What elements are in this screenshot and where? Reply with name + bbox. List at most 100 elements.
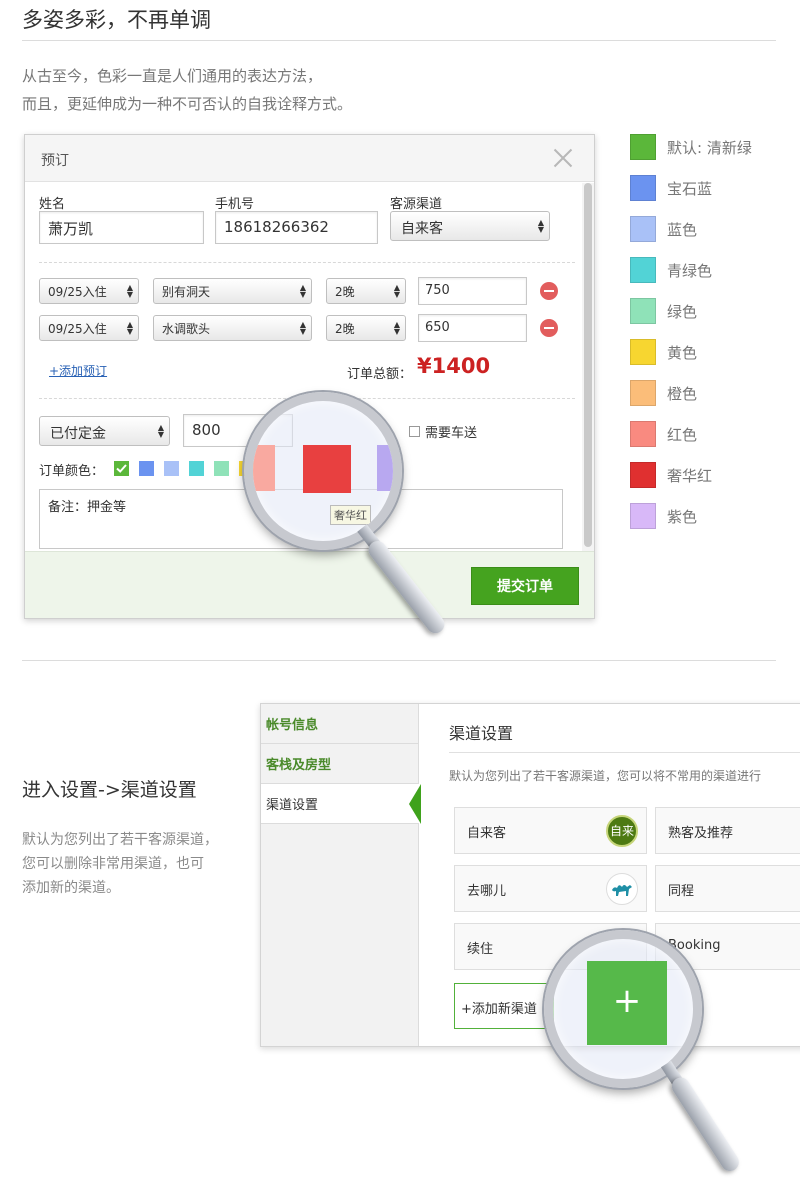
check-icon <box>116 464 127 473</box>
desc-line: 添加新的渠道。 <box>22 880 120 896</box>
color-swatch[interactable] <box>189 461 204 476</box>
channel-name: 同程 <box>668 884 695 899</box>
phone-label: 手机号 <box>215 197 255 212</box>
select-arrows-icon: ▲ ▼ <box>299 283 306 299</box>
camel-logo-icon <box>606 873 638 905</box>
divider <box>449 752 800 753</box>
phone-field[interactable]: 18618266362 <box>215 211 378 244</box>
magnifier-lens: 奢华红 <box>244 392 402 550</box>
price-field[interactable]: 650 <box>418 314 527 342</box>
legend-label: 默认: 清新绿 <box>667 139 752 157</box>
scrollbar[interactable] <box>582 183 594 551</box>
legend-swatch <box>630 462 656 488</box>
legend-swatch <box>630 421 656 447</box>
legend-label: 绿色 <box>667 303 698 321</box>
divider <box>39 262 575 263</box>
color-swatch[interactable] <box>139 461 154 476</box>
name-field[interactable]: 萧万凯 <box>39 211 204 244</box>
panel-title: 渠道设置 <box>449 724 514 743</box>
pickup-label: 需要车送 <box>425 426 478 441</box>
add-booking-link[interactable]: +添加预订 <box>49 362 107 379</box>
magnifier-handle <box>668 1074 743 1175</box>
color-tooltip: 奢华红 <box>330 505 371 525</box>
payment-status-value: 已付定金 <box>50 426 106 442</box>
checkin-date-select[interactable]: 09/25入住 ▲ ▼ <box>39 315 139 341</box>
magnified-swatch <box>303 445 351 493</box>
channel-card[interactable]: 熟客及推荐 <box>655 807 800 854</box>
section-description: 默认为您列出了若干客源渠道， 您可以删除非常用渠道，也可 添加新的渠道。 <box>22 828 218 900</box>
checkin-date-value: 09/25入住 <box>48 322 107 336</box>
submit-order-button[interactable]: 提交订单 <box>471 567 579 605</box>
legend-label: 橙色 <box>667 385 698 403</box>
magnifier-lens: + <box>544 930 702 1088</box>
legend-label: 宝石蓝 <box>667 180 713 198</box>
add-channel-button[interactable]: +添加新渠道 <box>454 983 554 1029</box>
room-select[interactable]: 水调歌头 ▲ ▼ <box>153 315 312 341</box>
dialog-header: 预订 <box>25 135 594 182</box>
sidebar-item-channels[interactable]: 渠道设置 <box>261 784 419 824</box>
section-title: 多姿多彩，不再单调 <box>22 8 211 32</box>
legend-swatch <box>630 503 656 529</box>
settings-panel: 帐号信息 客栈及房型 渠道设置 渠道设置 默认为您列出了若干客源渠道，您可以将不… <box>260 703 800 1047</box>
settings-sidebar: 帐号信息 客栈及房型 渠道设置 <box>261 704 419 1046</box>
scrollbar-thumb[interactable] <box>584 183 592 547</box>
legend-swatch <box>630 134 656 160</box>
legend-label: 红色 <box>667 426 698 444</box>
desc-line: 默认为您列出了若干客源渠道， <box>22 832 218 848</box>
color-swatch-selected[interactable] <box>114 461 129 476</box>
select-arrows-icon: ▲ ▼ <box>126 320 133 336</box>
total-value: ¥1400 <box>417 354 491 378</box>
nights-value: 2晚 <box>335 322 355 336</box>
price-field[interactable]: 750 <box>418 277 527 305</box>
intro-text: 从古至今，色彩一直是人们通用的表达方法， 而且，更延伸成为一种不可否认的自我诠释… <box>22 62 352 118</box>
pickup-checkbox[interactable] <box>409 426 420 437</box>
color-swatch[interactable] <box>164 461 179 476</box>
sidebar-item-account[interactable]: 帐号信息 <box>261 704 419 744</box>
select-arrows-icon: ▲ ▼ <box>393 320 400 336</box>
legend-swatch <box>630 216 656 242</box>
channel-card[interactable]: 去哪儿 <box>454 865 647 912</box>
room-value: 水调歌头 <box>162 322 211 336</box>
magnified-swatch <box>377 445 393 491</box>
legend-label: 黄色 <box>667 344 698 362</box>
legend-label: 青绿色 <box>667 262 713 280</box>
divider <box>22 660 776 661</box>
camel-icon <box>612 885 632 896</box>
close-icon[interactable] <box>551 146 575 170</box>
room-select[interactable]: 别有洞天 ▲ ▼ <box>153 278 312 304</box>
intro-line: 从古至今，色彩一直是人们通用的表达方法， <box>22 67 323 85</box>
channel-card[interactable]: 自来客 自来 <box>454 807 647 854</box>
color-swatch[interactable] <box>214 461 229 476</box>
checkin-date-select[interactable]: 09/25入住 ▲ ▼ <box>39 278 139 304</box>
source-select[interactable]: 自来客 ▲ ▼ <box>390 211 550 241</box>
sidebar-item-inn-rooms[interactable]: 客栈及房型 <box>261 744 419 784</box>
payment-status-select[interactable]: 已付定金 ▲ ▼ <box>39 416 170 446</box>
remove-icon[interactable] <box>540 319 558 337</box>
checkin-date-value: 09/25入住 <box>48 285 107 299</box>
nights-select[interactable]: 2晚 ▲ ▼ <box>326 278 406 304</box>
source-label: 客源渠道 <box>390 197 443 212</box>
select-arrows-icon: ▲ ▼ <box>126 283 133 299</box>
channel-name: 去哪儿 <box>467 884 507 899</box>
select-arrows-icon: ▲ ▼ <box>299 320 306 336</box>
name-label: 姓名 <box>39 197 66 212</box>
active-indicator-icon <box>409 784 421 824</box>
channel-logo-icon: 自来 <box>606 815 638 847</box>
nights-select[interactable]: 2晚 ▲ ▼ <box>326 315 406 341</box>
legend-swatch <box>630 257 656 283</box>
intro-line: 而且，更延伸成为一种不可否认的自我诠释方式。 <box>22 95 353 113</box>
channel-card[interactable]: 同程 <box>655 865 800 912</box>
section-title: 进入设置->渠道设置 <box>22 779 197 801</box>
remove-icon[interactable] <box>540 282 558 300</box>
select-arrows-icon: ▲ ▼ <box>157 423 164 439</box>
total-label: 订单总额： <box>347 367 413 382</box>
magnified-swatch <box>253 445 275 491</box>
divider <box>22 40 776 41</box>
channel-name: 熟客及推荐 <box>668 826 734 841</box>
channel-name: 自来客 <box>467 826 507 841</box>
legend-label: 奢华红 <box>667 467 713 485</box>
dialog-title: 预订 <box>41 153 69 169</box>
dialog-footer: 提交订单 <box>25 551 594 618</box>
legend-swatch <box>630 298 656 324</box>
legend-label: 紫色 <box>667 508 698 526</box>
